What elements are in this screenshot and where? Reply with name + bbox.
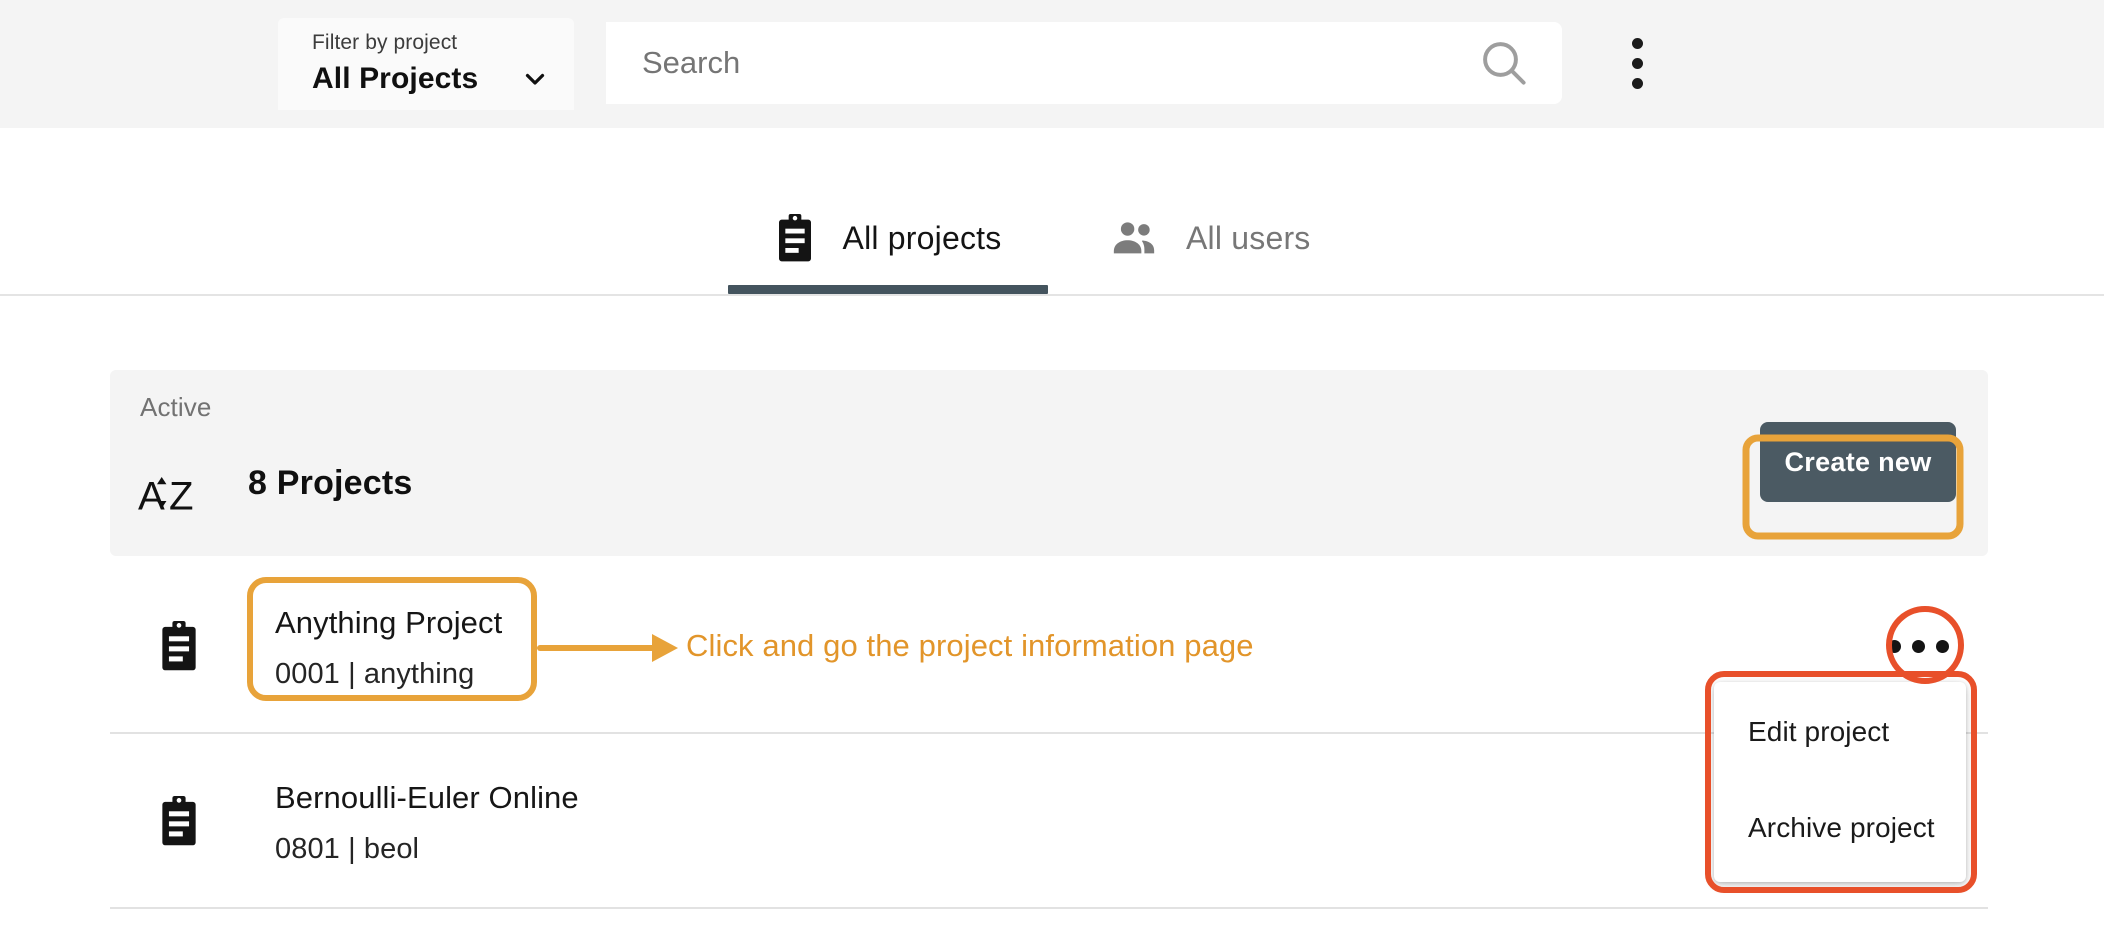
filter-selected-value: All Projects bbox=[312, 60, 478, 98]
active-projects-panel: Active A Z 8 Projects Create new bbox=[110, 370, 1988, 556]
tab-active-indicator bbox=[728, 285, 1048, 294]
project-subtitle[interactable]: 0001 | anything bbox=[275, 658, 474, 691]
more-horizontal-icon[interactable] bbox=[1880, 624, 1956, 668]
clipboard-icon bbox=[775, 213, 815, 263]
create-new-button[interactable]: Create new bbox=[1760, 422, 1956, 502]
project-title[interactable]: Bernoulli-Euler Online bbox=[275, 780, 579, 816]
annotation-callout-text: Click and go the project information pag… bbox=[686, 628, 1254, 664]
people-icon bbox=[1110, 218, 1158, 258]
kebab-dot bbox=[1632, 78, 1643, 89]
project-row[interactable]: Bernoulli-Euler Online 0801 | beol bbox=[110, 733, 1988, 908]
panel-kicker-label: Active bbox=[140, 392, 211, 423]
project-title[interactable]: Anything Project bbox=[275, 605, 502, 641]
svg-text:Z: Z bbox=[169, 474, 194, 518]
search-icon[interactable] bbox=[1476, 35, 1532, 91]
menu-item-edit-project[interactable]: Edit project bbox=[1714, 704, 1966, 760]
tab-all-users[interactable]: All users bbox=[1110, 190, 1400, 286]
more-dot bbox=[1912, 640, 1925, 653]
projects-count-label: 8 Projects bbox=[248, 464, 413, 503]
project-subtitle[interactable]: 0801 | beol bbox=[275, 833, 419, 866]
filter-by-project-label: Filter by project bbox=[312, 28, 552, 58]
clipboard-icon bbox=[158, 620, 200, 672]
project-context-menu: Edit project Archive project bbox=[1714, 682, 1966, 882]
more-dot bbox=[1888, 640, 1901, 653]
tab-all-projects-label: All projects bbox=[843, 220, 1002, 257]
tab-all-projects[interactable]: All projects bbox=[728, 190, 1048, 286]
tab-bar-divider bbox=[0, 294, 2104, 296]
search-input[interactable] bbox=[606, 45, 1476, 81]
project-list-page: Filter by project All Projects bbox=[0, 0, 2104, 932]
sort-alpha-icon[interactable]: A Z bbox=[138, 467, 200, 519]
row-divider bbox=[110, 907, 1988, 909]
chevron-down-icon bbox=[520, 64, 550, 94]
kebab-dot bbox=[1632, 58, 1643, 69]
menu-item-archive-project[interactable]: Archive project bbox=[1714, 800, 1966, 856]
search-box[interactable] bbox=[606, 22, 1562, 104]
tab-bar bbox=[0, 128, 2104, 296]
more-dot bbox=[1936, 640, 1949, 653]
filter-value-row: All Projects bbox=[312, 60, 552, 98]
kebab-dot bbox=[1632, 38, 1643, 49]
tab-all-users-label: All users bbox=[1186, 220, 1311, 257]
kebab-menu-icon[interactable] bbox=[1602, 28, 1672, 98]
top-toolbar: Filter by project All Projects bbox=[0, 0, 2104, 128]
clipboard-icon bbox=[158, 795, 200, 847]
filter-by-project-select[interactable]: Filter by project All Projects bbox=[278, 18, 574, 110]
